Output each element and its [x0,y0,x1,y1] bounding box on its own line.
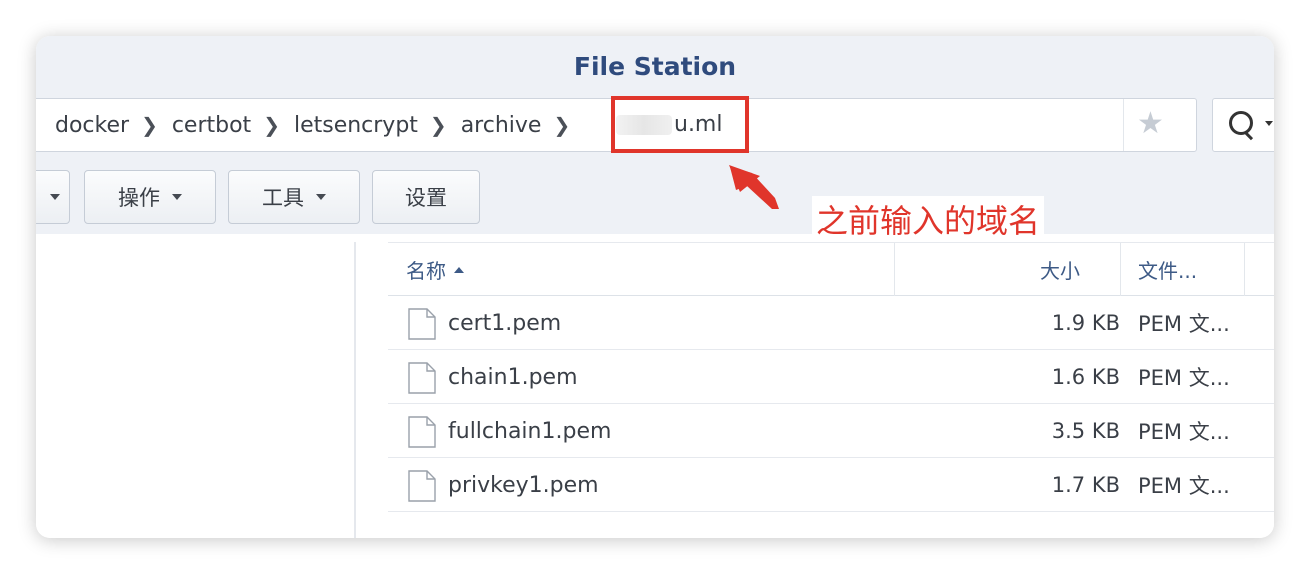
annotation-arrow-icon [729,165,779,209]
annotation-label: 之前输入的域名 [812,196,1045,242]
